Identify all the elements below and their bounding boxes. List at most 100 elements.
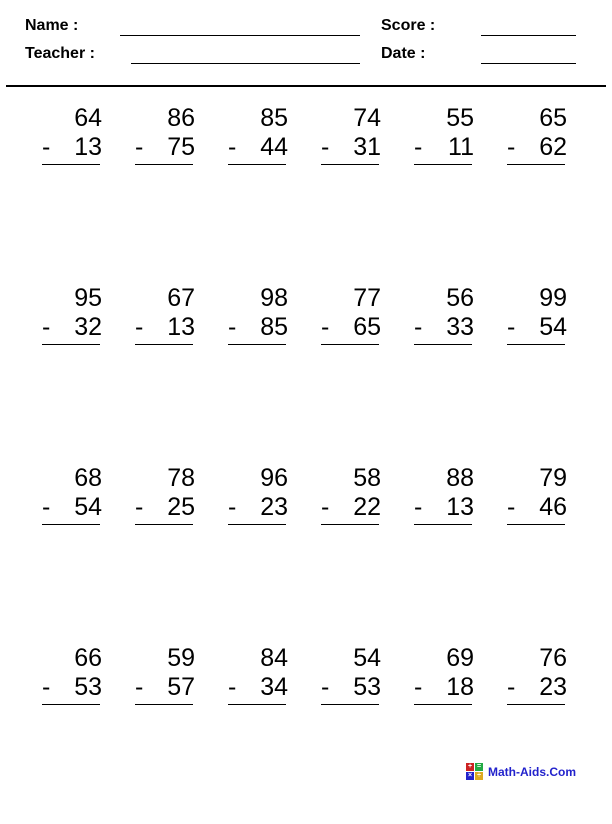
minus-operator-icon: -	[321, 313, 330, 341]
minuend: 77	[353, 284, 381, 312]
logo-tile-3: ÷	[475, 772, 483, 780]
subtrahend: 65	[353, 313, 381, 341]
subtraction-problem: 55-11	[414, 104, 476, 199]
answer-space[interactable]	[135, 705, 197, 739]
answer-space[interactable]	[507, 165, 569, 199]
subtrahend: 75	[167, 133, 195, 161]
subtraction-problem: 66-53	[42, 644, 104, 739]
minus-operator-icon: -	[42, 313, 51, 341]
answer-space[interactable]	[507, 345, 569, 379]
answer-space[interactable]	[42, 165, 104, 199]
subtrahend: 18	[446, 673, 474, 701]
subtrahend-line: -53	[42, 673, 104, 702]
subtrahend-line: -54	[42, 493, 104, 522]
minuend: 68	[74, 464, 102, 492]
subtraction-problem: 64-13	[42, 104, 104, 199]
footer: + = × ÷ Math-Aids.Com	[466, 763, 576, 780]
answer-space[interactable]	[135, 345, 197, 379]
minus-operator-icon: -	[321, 133, 330, 161]
minus-operator-icon: -	[507, 493, 516, 521]
subtraction-problem: 59-57	[135, 644, 197, 739]
subtraction-problem: 99-54	[507, 284, 569, 379]
date-input-line[interactable]	[481, 63, 576, 64]
answer-space[interactable]	[42, 525, 104, 559]
subtrahend-line: -54	[507, 313, 569, 342]
answer-space[interactable]	[414, 525, 476, 559]
subtrahend-line: -23	[228, 493, 290, 522]
subtrahend-line: -44	[228, 133, 290, 162]
subtrahend: 53	[74, 673, 102, 701]
answer-space[interactable]	[321, 525, 383, 559]
subtrahend-line: -13	[414, 493, 476, 522]
date-label: Date :	[381, 45, 426, 62]
minus-operator-icon: -	[414, 313, 423, 341]
subtrahend-line: -75	[135, 133, 197, 162]
minus-operator-icon: -	[414, 133, 423, 161]
minuend: 54	[353, 644, 381, 672]
subtrahend-line: -32	[42, 313, 104, 342]
name-input-line[interactable]	[120, 35, 360, 36]
minuend: 69	[446, 644, 474, 672]
answer-space[interactable]	[228, 345, 290, 379]
subtrahend: 34	[260, 673, 288, 701]
minuend: 74	[353, 104, 381, 132]
subtrahend: 31	[353, 133, 381, 161]
minuend: 59	[167, 644, 195, 672]
logo-tile-1: =	[475, 763, 483, 771]
answer-space[interactable]	[135, 165, 197, 199]
subtraction-problem: 54-53	[321, 644, 383, 739]
answer-space[interactable]	[228, 165, 290, 199]
minuend: 56	[446, 284, 474, 312]
subtrahend: 57	[167, 673, 195, 701]
math-symbols-grid-icon: + = × ÷	[466, 763, 483, 780]
minuend: 55	[446, 104, 474, 132]
subtraction-problem: 69-18	[414, 644, 476, 739]
answer-space[interactable]	[321, 345, 383, 379]
minuend: 66	[74, 644, 102, 672]
subtrahend: 54	[74, 493, 102, 521]
subtrahend-line: -85	[228, 313, 290, 342]
subtraction-problem: 67-13	[135, 284, 197, 379]
score-label: Score :	[381, 17, 436, 34]
subtraction-problem: 84-34	[228, 644, 290, 739]
answer-space[interactable]	[414, 165, 476, 199]
subtraction-problem: 88-13	[414, 464, 476, 559]
answer-space[interactable]	[321, 165, 383, 199]
header-divider	[6, 85, 606, 87]
subtrahend-line: -57	[135, 673, 197, 702]
answer-space[interactable]	[507, 525, 569, 559]
answer-space[interactable]	[42, 345, 104, 379]
answer-space[interactable]	[135, 525, 197, 559]
answer-space[interactable]	[414, 705, 476, 739]
answer-space[interactable]	[321, 705, 383, 739]
subtrahend: 46	[539, 493, 567, 521]
minuend: 64	[74, 104, 102, 132]
score-input-line[interactable]	[481, 35, 576, 36]
answer-space[interactable]	[507, 705, 569, 739]
answer-space[interactable]	[228, 525, 290, 559]
subtrahend: 13	[446, 493, 474, 521]
answer-space[interactable]	[228, 705, 290, 739]
minus-operator-icon: -	[507, 133, 516, 161]
subtraction-problem: 78-25	[135, 464, 197, 559]
subtraction-problem: 65-62	[507, 104, 569, 199]
subtraction-problem: 98-85	[228, 284, 290, 379]
subtraction-problem: 58-22	[321, 464, 383, 559]
subtrahend-line: -23	[507, 673, 569, 702]
minuend: 99	[539, 284, 567, 312]
answer-space[interactable]	[42, 705, 104, 739]
answer-space[interactable]	[414, 345, 476, 379]
teacher-label: Teacher :	[25, 45, 95, 62]
minuend: 58	[353, 464, 381, 492]
problem-row: 64-13 86-75 85-44 74-31 55-11 65-62	[0, 104, 612, 284]
minus-operator-icon: -	[228, 493, 237, 521]
subtrahend: 13	[167, 313, 195, 341]
minuend: 95	[74, 284, 102, 312]
minus-operator-icon: -	[414, 673, 423, 701]
minus-operator-icon: -	[507, 673, 516, 701]
minus-operator-icon: -	[42, 493, 51, 521]
teacher-input-line[interactable]	[131, 63, 360, 64]
subtrahend: 11	[448, 133, 474, 161]
minuend: 96	[260, 464, 288, 492]
subtrahend-line: -65	[321, 313, 383, 342]
